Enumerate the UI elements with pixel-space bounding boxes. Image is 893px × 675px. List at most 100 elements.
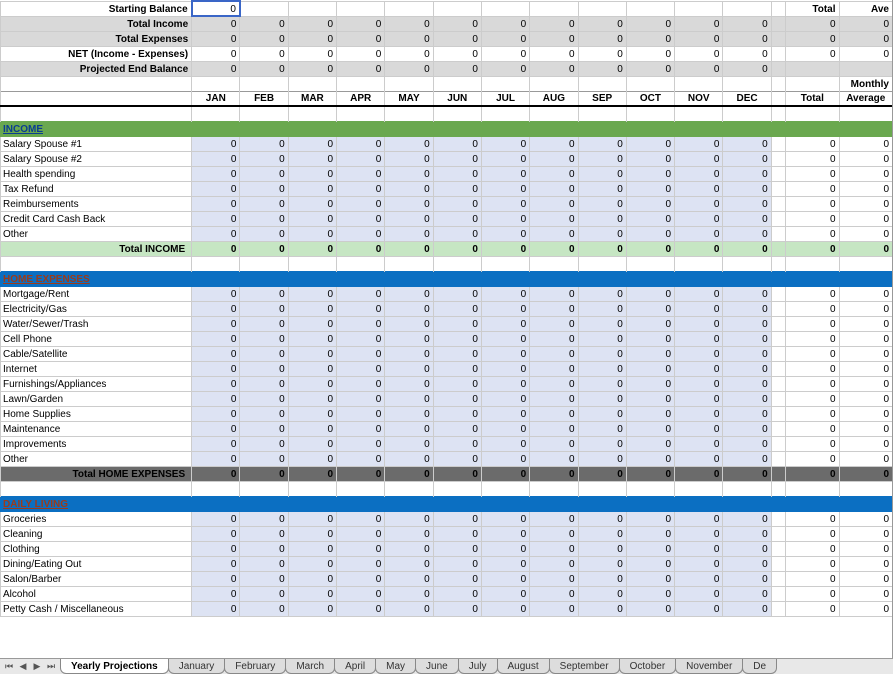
data-cell[interactable]: 0 <box>385 541 433 556</box>
summary-cell[interactable]: 0 <box>481 16 529 31</box>
data-cell[interactable]: 0 <box>481 181 529 196</box>
summary-cell[interactable] <box>288 1 336 16</box>
tab-last-icon[interactable]: ⏭ <box>44 660 58 673</box>
data-cell[interactable]: 0 <box>626 406 674 421</box>
data-cell[interactable]: 0 <box>192 331 240 346</box>
data-cell[interactable]: 0 <box>578 526 626 541</box>
summary-cell[interactable] <box>433 1 481 16</box>
data-cell[interactable]: 0 <box>240 601 288 616</box>
data-cell[interactable]: 0 <box>723 571 771 586</box>
sheet-tab[interactable]: October <box>619 659 677 674</box>
data-cell[interactable]: 0 <box>530 166 578 181</box>
data-cell[interactable]: 0 <box>530 556 578 571</box>
data-cell[interactable]: 0 <box>626 181 674 196</box>
data-cell[interactable]: 0 <box>288 451 336 466</box>
data-cell[interactable]: 0 <box>723 526 771 541</box>
data-cell[interactable]: 0 <box>240 451 288 466</box>
summary-cell[interactable]: 0 <box>433 31 481 46</box>
data-cell[interactable]: 0 <box>385 166 433 181</box>
data-cell[interactable]: 0 <box>240 571 288 586</box>
data-cell[interactable]: 0 <box>192 451 240 466</box>
data-cell[interactable]: 0 <box>481 511 529 526</box>
data-cell[interactable]: 0 <box>192 436 240 451</box>
data-cell[interactable]: 0 <box>385 196 433 211</box>
data-cell[interactable]: 0 <box>578 286 626 301</box>
data-cell[interactable]: 0 <box>433 421 481 436</box>
sheet-tab[interactable]: August <box>497 659 550 674</box>
data-cell[interactable]: 0 <box>433 376 481 391</box>
summary-cell[interactable]: 0 <box>530 31 578 46</box>
data-cell[interactable]: 0 <box>481 391 529 406</box>
summary-cell[interactable]: 0 <box>675 61 723 76</box>
data-cell[interactable]: 0 <box>675 586 723 601</box>
data-cell[interactable]: 0 <box>337 421 385 436</box>
data-cell[interactable]: 0 <box>288 346 336 361</box>
data-cell[interactable]: 0 <box>481 376 529 391</box>
data-cell[interactable]: 0 <box>433 211 481 226</box>
data-cell[interactable]: 0 <box>240 316 288 331</box>
data-cell[interactable]: 0 <box>723 316 771 331</box>
summary-cell[interactable]: 0 <box>192 1 240 16</box>
sheet-tab[interactable]: Yearly Projections <box>60 659 169 674</box>
data-cell[interactable]: 0 <box>626 376 674 391</box>
data-cell[interactable]: 0 <box>723 436 771 451</box>
data-cell[interactable]: 0 <box>578 511 626 526</box>
data-cell[interactable]: 0 <box>626 136 674 151</box>
data-cell[interactable]: 0 <box>240 421 288 436</box>
summary-cell[interactable]: 0 <box>385 31 433 46</box>
data-cell[interactable]: 0 <box>626 556 674 571</box>
data-cell[interactable]: 0 <box>240 151 288 166</box>
data-cell[interactable]: 0 <box>240 391 288 406</box>
data-cell[interactable]: 0 <box>337 376 385 391</box>
data-cell[interactable]: 0 <box>288 136 336 151</box>
data-cell[interactable]: 0 <box>240 556 288 571</box>
data-cell[interactable]: 0 <box>240 541 288 556</box>
summary-cell[interactable]: 0 <box>626 46 674 61</box>
data-cell[interactable]: 0 <box>481 451 529 466</box>
data-cell[interactable]: 0 <box>192 511 240 526</box>
data-cell[interactable]: 0 <box>675 391 723 406</box>
data-cell[interactable]: 0 <box>337 136 385 151</box>
data-cell[interactable]: 0 <box>385 376 433 391</box>
sheet-tab[interactable]: September <box>549 659 620 674</box>
data-cell[interactable]: 0 <box>481 526 529 541</box>
summary-cell[interactable]: 0 <box>192 31 240 46</box>
data-cell[interactable]: 0 <box>240 286 288 301</box>
data-cell[interactable]: 0 <box>578 436 626 451</box>
data-cell[interactable]: 0 <box>240 166 288 181</box>
data-cell[interactable]: 0 <box>723 541 771 556</box>
data-cell[interactable]: 0 <box>481 331 529 346</box>
data-cell[interactable]: 0 <box>337 406 385 421</box>
data-cell[interactable]: 0 <box>288 556 336 571</box>
data-cell[interactable]: 0 <box>481 286 529 301</box>
data-cell[interactable]: 0 <box>578 136 626 151</box>
data-cell[interactable]: 0 <box>481 196 529 211</box>
data-cell[interactable]: 0 <box>433 301 481 316</box>
data-cell[interactable]: 0 <box>385 331 433 346</box>
sheet-tab[interactable]: June <box>415 659 459 674</box>
data-cell[interactable]: 0 <box>240 586 288 601</box>
summary-cell[interactable] <box>626 1 674 16</box>
summary-cell[interactable]: 0 <box>240 16 288 31</box>
tab-prev-icon[interactable]: ◀ <box>16 660 30 673</box>
data-cell[interactable]: 0 <box>675 226 723 241</box>
data-cell[interactable]: 0 <box>675 451 723 466</box>
data-cell[interactable]: 0 <box>675 301 723 316</box>
data-cell[interactable]: 0 <box>530 226 578 241</box>
data-cell[interactable]: 0 <box>530 601 578 616</box>
data-cell[interactable]: 0 <box>192 361 240 376</box>
data-cell[interactable]: 0 <box>385 556 433 571</box>
summary-cell[interactable] <box>530 1 578 16</box>
data-cell[interactable]: 0 <box>481 541 529 556</box>
sheet-tab[interactable]: July <box>458 659 498 674</box>
data-cell[interactable]: 0 <box>578 406 626 421</box>
data-cell[interactable]: 0 <box>530 436 578 451</box>
data-cell[interactable]: 0 <box>385 406 433 421</box>
data-cell[interactable]: 0 <box>578 391 626 406</box>
data-cell[interactable]: 0 <box>626 226 674 241</box>
data-cell[interactable]: 0 <box>385 151 433 166</box>
data-cell[interactable]: 0 <box>578 556 626 571</box>
data-cell[interactable]: 0 <box>578 421 626 436</box>
summary-cell[interactable]: 0 <box>578 16 626 31</box>
data-cell[interactable]: 0 <box>723 181 771 196</box>
